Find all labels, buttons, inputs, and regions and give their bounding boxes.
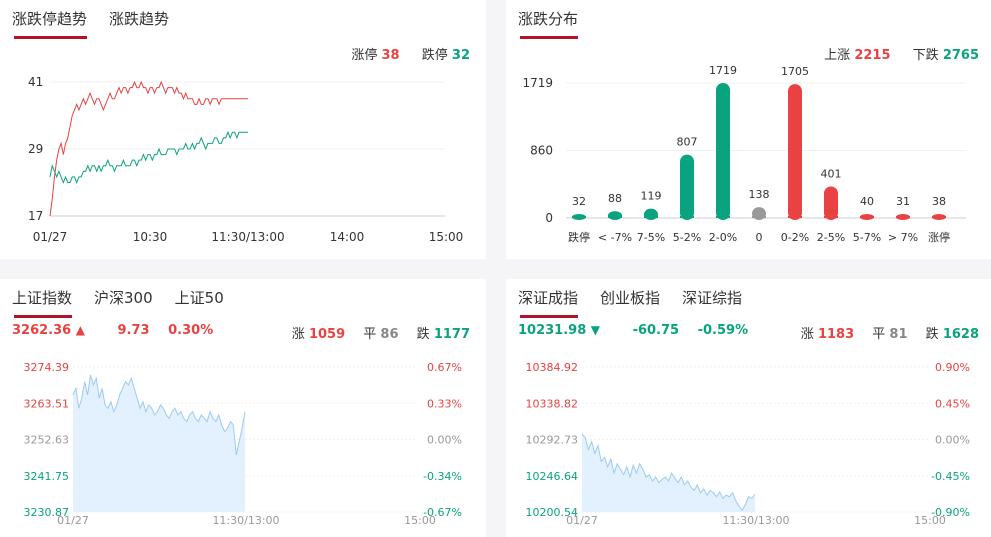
distribution-bar-base [860,216,874,218]
pct-tick-label: 0.33% [427,397,462,410]
y-tick-label: 10384.92 [526,361,579,374]
x-tick-label: < -7% [598,231,632,244]
y-tick-label: 1719 [522,76,553,90]
bar-value-label: 31 [896,195,910,208]
pct-tick-label: 0.90% [935,361,970,374]
bar-value-label: 40 [860,195,874,208]
distribution-bar-base [824,216,838,218]
x-tick-label: 涨停 [928,230,950,244]
distribution-bar [608,211,622,220]
pct-tick-label: 0.00% [935,434,970,447]
distribution-chart: 1719 860 0 32 跌停 88 < -7% 119 7-5% 807 5-2% 1719 2-0… [522,64,966,244]
sz-index-chart: 10384.92 0.90% 10338.82 0.45% 10292.73 0.00% 1… [526,361,971,527]
distribution-bar [752,207,766,220]
y-tick-label: 29 [28,142,43,156]
x-tick-label: 01/27 [57,514,89,527]
x-tick-label: 14:00 [330,230,365,244]
bar-value-label: 32 [572,195,586,208]
x-tick-label: 10:30 [133,230,168,244]
distribution-bar-base [752,216,766,218]
x-tick-label: 7-5% [637,231,665,244]
y-tick-label: 0 [545,211,553,225]
y-tick-label: 3274.39 [24,361,70,374]
bar-value-label: 1719 [709,64,737,77]
sz-index-panel: 深证成指 创业板指 深证综指 10231.98 ▼ -60.75 -0.59% … [506,279,991,537]
distribution-bar [788,84,802,220]
y-tick-label: 3252.63 [24,434,70,447]
limit-trend-panel: 涨跌停趋势 涨跌趋势 涨停 38 跌停 32 41 29 17 01/27 10:30 1… [0,0,486,259]
distribution-bar-base [788,216,802,218]
distribution-bar-base [608,216,622,218]
distribution-panel: 涨跌分布 上涨 2215 下跌 2765 1719 860 0 32 跌停 88 < -7%… [506,0,991,259]
pct-tick-label: 0.45% [935,397,970,410]
distribution-bar-base [716,216,730,218]
distribution-bar [824,186,838,220]
y-tick-label: 10338.82 [526,397,579,410]
series-line [49,130,248,184]
bar-value-label: 38 [932,195,946,208]
x-tick-label: 0 [756,231,763,244]
distribution-bar-base [680,216,694,218]
y-tick-label: 3241.75 [24,470,70,483]
y-tick-label: 10292.73 [526,434,579,447]
distribution-bar [644,208,658,220]
x-tick-label: 5-2% [673,231,701,244]
bar-value-label: 1705 [781,65,809,78]
bar-value-label: 401 [821,168,842,181]
bar-value-label: 807 [677,136,698,149]
y-tick-label: 17 [28,209,43,223]
x-tick-label: 2-5% [817,231,845,244]
bar-value-label: 138 [749,188,770,201]
x-tick-label: 5-7% [853,231,881,244]
x-tick-label: 11:30/13:00 [722,514,789,527]
x-tick-label: 01/27 [33,230,68,244]
y-tick-label: 3263.51 [24,397,70,410]
y-tick-label: 860 [530,143,553,157]
x-tick-label: 0-2% [781,231,809,244]
distribution-bar-base [644,216,658,218]
distribution-bar-base [932,216,946,218]
bar-value-label: 88 [608,192,622,205]
bar-value-label: 119 [641,190,662,203]
x-tick-label: 15:00 [404,514,436,527]
y-tick-label: 41 [28,75,43,89]
pct-tick-label: 0.67% [427,361,462,374]
pct-tick-label: -0.45% [931,470,970,483]
pct-tick-label: -0.34% [423,470,462,483]
distribution-bar [716,83,730,220]
x-tick-label: 11:30/13:00 [212,514,279,527]
x-tick-label: 15:00 [429,230,464,244]
distribution-bar-base [572,216,586,218]
y-tick-label: 10246.64 [526,470,579,483]
distribution-bar [680,154,694,220]
x-tick-label: 11:30/13:00 [211,230,284,244]
x-tick-label: 2-0% [709,231,737,244]
index-area [582,433,755,512]
x-tick-label: 01/27 [566,514,598,527]
x-tick-label: 15:00 [914,514,946,527]
x-tick-label: 跌停 [568,230,590,244]
sh-index-panel: 上证指数 沪深300 上证50 3262.36 ▲ 9.73 0.30% 涨 1… [0,279,486,537]
x-tick-label: > 7% [888,231,918,244]
sh-index-chart: 3274.39 0.67% 3263.51 0.33% 3252.63 0.00% 3241… [24,361,463,527]
distribution-bar-base [896,216,910,218]
limit-trend-chart: 41 29 17 01/27 10:30 11:30/13:00 14:00 15:00 [28,75,464,244]
pct-tick-label: 0.00% [427,434,462,447]
